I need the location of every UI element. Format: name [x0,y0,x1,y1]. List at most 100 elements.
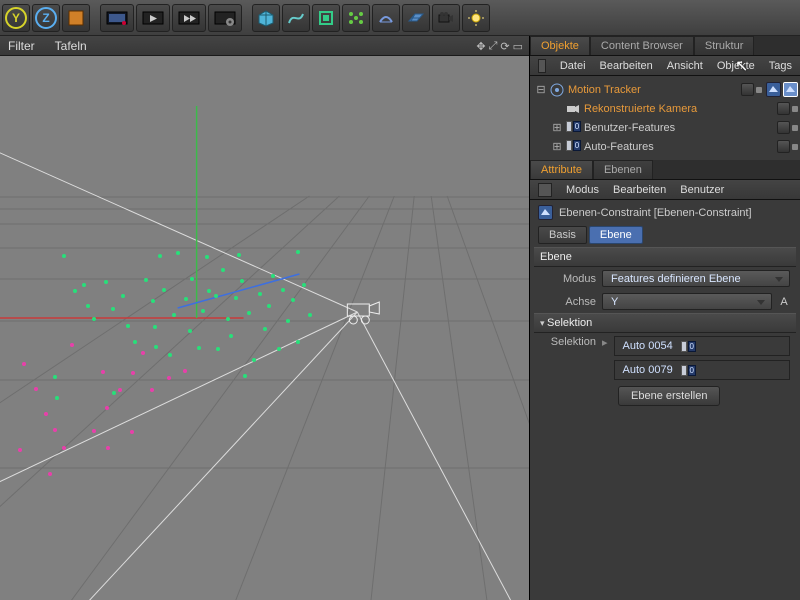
axis-y-button[interactable]: Y [2,4,30,32]
objects-menubar: Datei Bearbeiten Ansicht Objekte Tags [530,56,800,76]
layer-vis-icon[interactable] [777,140,790,153]
axis-z-button[interactable]: Z [32,4,60,32]
selektion-item-1[interactable]: Auto 00790 [614,360,790,380]
tab-content-browser[interactable]: Content Browser [590,36,694,55]
camera-button[interactable] [432,4,460,32]
constraint-title: Ebenen-Constraint [Ebenen-Constraint] [559,207,752,219]
feature-point [247,311,251,315]
achse-label: Achse [540,296,596,308]
attribute-menu-icon[interactable] [538,183,552,197]
generator-button[interactable] [312,4,340,32]
subtab-ebene[interactable]: Ebene [589,226,643,244]
selektion-item-0[interactable]: Auto 00540 [614,336,790,356]
plane-constraint-tag-icon[interactable] [783,82,798,97]
tree-label: Motion Tracker [568,84,641,96]
layer-vis-icon[interactable] [777,102,790,115]
plane-constraint-tag-icon[interactable] [766,82,781,97]
tree-row[interactable]: ⊞0Auto-Features [532,137,798,156]
expand-icon[interactable]: ⊞ [552,140,562,153]
menu-bearbeiten[interactable]: Bearbeiten [600,60,653,72]
feature-point [53,375,57,379]
feature-point [44,412,48,416]
expand-icon[interactable]: ⊞ [552,121,562,134]
tree-row[interactable]: ⊟ Motion Tracker [532,80,798,99]
feature-point [271,274,275,278]
spline-button[interactable] [282,4,310,32]
feature-point [62,254,66,258]
array-button[interactable] [342,4,370,32]
section-selektion-header[interactable]: Selektion [534,313,796,333]
ebene-erstellen-button[interactable]: Ebene erstellen [618,386,720,406]
tab-objekte[interactable]: Objekte [530,36,590,55]
tree-row[interactable]: Rekonstruierte Kamera [532,99,798,118]
feature-point [126,324,130,328]
objects-menu-icon[interactable] [538,59,546,73]
expand-icon[interactable]: ⊟ [536,83,546,96]
feature-point [141,351,145,355]
tree-label: Auto-Features [584,141,654,153]
menu-benutzer[interactable]: Benutzer [680,184,724,196]
feature-point [62,446,66,450]
feature-point [308,313,312,317]
feature-point [104,280,108,284]
frame-gizmo-icon[interactable]: ▭ [513,40,523,53]
feature-point [144,278,148,282]
render-region-button[interactable] [62,4,90,32]
feature-point [216,347,220,351]
vis-dot-icon[interactable] [792,125,798,131]
menu-ansicht[interactable]: Ansicht [667,60,703,72]
achse-trailing: A [778,296,790,308]
feature-point [205,255,209,259]
feature-point [105,406,109,410]
attribute-tabs: Attribute Ebenen [530,160,800,180]
picture-viewer-button[interactable] [100,4,134,32]
feature-point [55,396,59,400]
rotate-gizmo-icon[interactable]: ⟳ [500,40,509,53]
tree-row[interactable]: ⊞0Benutzer-Features [532,118,798,137]
vis-dot-icon[interactable] [792,144,798,150]
feature-point [190,277,194,281]
cube-primitive-button[interactable] [252,4,280,32]
layer-vis-icon[interactable] [741,83,754,96]
feature-point [18,448,22,452]
subtab-basis[interactable]: Basis [538,226,587,244]
feature-point [267,304,271,308]
menu-bearbeiten2[interactable]: Bearbeiten [613,184,666,196]
constraint-icon [538,205,553,220]
vis-dot-icon[interactable] [756,87,762,93]
deformer-button[interactable] [372,4,400,32]
tab-struktur[interactable]: Struktur [694,36,755,55]
feature-point [151,299,155,303]
menu-modus[interactable]: Modus [566,184,599,196]
achse-dropdown[interactable]: Y [602,293,772,310]
tab-attribute[interactable]: Attribute [530,160,593,179]
feature-point [286,319,290,323]
feature-point [121,294,125,298]
feature-point [176,251,180,255]
viewport-menubar: Filter Tafeln ✥ ⤢ ⟳ ▭ [0,36,529,56]
feature-point [296,340,300,344]
feature-point [207,289,211,293]
filter-menu[interactable]: Filter [8,39,35,53]
feature-point [92,429,96,433]
menu-objekte[interactable]: Objekte [717,60,755,72]
feature-point [101,370,105,374]
tab-ebenen[interactable]: Ebenen [593,160,653,179]
move-gizmo-icon[interactable]: ✥ [476,40,485,53]
feature-point [234,296,238,300]
object-tree[interactable]: ⊟ Motion Tracker Rekonstruierte Kamera⊞0Be… [530,76,800,160]
tafeln-menu[interactable]: Tafeln [55,39,87,53]
zoom-gizmo-icon[interactable]: ⤢ [489,40,498,53]
render-button[interactable] [136,4,170,32]
light-button[interactable] [462,4,490,32]
layer-vis-icon[interactable] [777,121,790,134]
floor-button[interactable] [402,4,430,32]
feature-point [240,279,244,283]
render-settings-button[interactable] [208,4,242,32]
menu-datei[interactable]: Datei [560,60,586,72]
viewport[interactable]: Filter Tafeln ✥ ⤢ ⟳ ▭ [0,36,530,600]
render-active-button[interactable] [172,4,206,32]
menu-tags[interactable]: Tags [769,60,792,72]
modus-dropdown[interactable]: Features definieren Ebene [602,270,790,287]
vis-dot-icon[interactable] [792,106,798,112]
